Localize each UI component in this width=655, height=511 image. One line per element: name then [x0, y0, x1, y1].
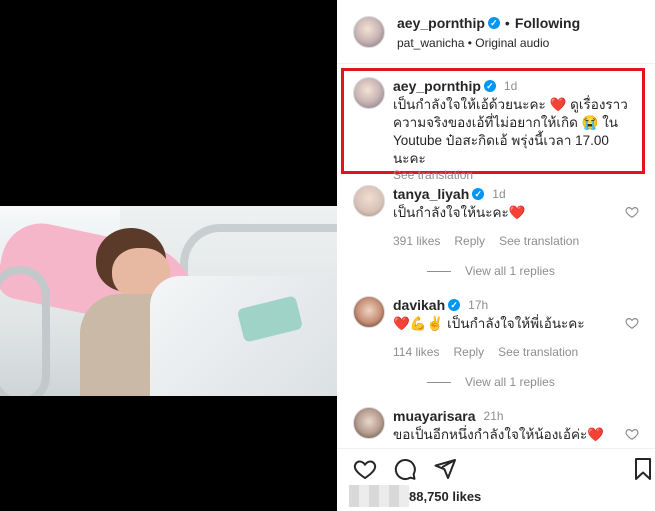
- heart-icon[interactable]: [353, 457, 377, 481]
- verified-badge-icon: ✓: [483, 80, 496, 92]
- verified-badge-icon: ✓: [472, 188, 485, 200]
- author-username[interactable]: aey_pornthip: [397, 15, 485, 31]
- comment-item: davikah ✓ 17h ❤️💪✌️ เป็นกำลังใจให้พี่เอ้…: [393, 297, 623, 359]
- author-avatar[interactable]: [353, 16, 385, 48]
- separator-dot: •: [504, 15, 510, 31]
- following-button[interactable]: Following: [515, 15, 580, 31]
- comment-text: ❤️💪✌️ เป็นกำลังใจให้พี่เอ้นะคะ: [393, 316, 585, 331]
- view-replies[interactable]: View all 1 replies: [427, 375, 555, 389]
- caption-username[interactable]: aey_pornthip: [393, 78, 481, 94]
- comment-item: tanya_liyah ✓ 1d เป็นกำลังใจให้นะคะ❤️ 39…: [393, 186, 623, 248]
- comment-username[interactable]: muayarisara: [393, 408, 476, 424]
- comment-avatar[interactable]: [353, 185, 385, 217]
- comment-time[interactable]: 1d: [492, 187, 505, 201]
- liker-avatars-blurred: [349, 485, 409, 507]
- post-actions: 88,750 likes: [337, 448, 655, 511]
- send-icon[interactable]: [433, 457, 457, 481]
- comment-item: muayarisara 21h ขอเป็นอีกหนึ่งกำลังใจให้…: [393, 408, 633, 444]
- comment-text: เป็นกำลังใจให้นะคะ❤️: [393, 205, 526, 220]
- comment-avatar[interactable]: [353, 407, 385, 439]
- comment-likes[interactable]: 114 likes: [393, 345, 439, 359]
- replies-line: [427, 270, 451, 272]
- post-media[interactable]: [0, 0, 337, 511]
- replies-line: [427, 381, 451, 383]
- video-bed-rail-left: [0, 266, 50, 396]
- comments-panel: aey_pornthip ✓ • Following pat_wanicha •…: [337, 0, 655, 511]
- likes-count[interactable]: 88,750 likes: [409, 489, 481, 504]
- caption-text: เป็นกำลังใจให้เอ้ด้วยนะคะ ❤️ ดูเรื่องราว…: [393, 97, 628, 166]
- heart-icon[interactable]: [625, 427, 639, 441]
- comment-icon[interactable]: [393, 457, 417, 481]
- verified-badge-icon: ✓: [448, 299, 461, 311]
- video-frame[interactable]: [0, 206, 337, 396]
- comment-actions: 391 likes Reply See translation: [393, 234, 623, 248]
- caption: aey_pornthip ✓ 1d เป็นกำลังใจให้เอ้ด้วยน…: [393, 78, 643, 182]
- heart-icon[interactable]: [625, 205, 639, 219]
- view-replies[interactable]: View all 1 replies: [427, 264, 555, 278]
- reply-button[interactable]: Reply: [453, 345, 484, 359]
- reply-button[interactable]: Reply: [454, 234, 485, 248]
- comment-likes[interactable]: 391 likes: [393, 234, 440, 248]
- comment-time[interactable]: 17h: [468, 298, 488, 312]
- heart-icon[interactable]: [625, 316, 639, 330]
- likes-row: 88,750 likes: [349, 485, 481, 507]
- caption-time[interactable]: 1d: [504, 79, 517, 93]
- verified-badge-icon: ✓: [487, 17, 500, 29]
- header-user-row: aey_pornthip ✓ • Following: [397, 15, 580, 31]
- comment-time[interactable]: 21h: [484, 409, 504, 423]
- view-replies-label[interactable]: View all 1 replies: [465, 264, 555, 278]
- comment-username[interactable]: tanya_liyah: [393, 186, 469, 202]
- see-translation-button[interactable]: See translation: [498, 345, 578, 359]
- bookmark-icon[interactable]: [633, 457, 653, 481]
- video-bed-rail: [180, 224, 337, 284]
- comment-text: ขอเป็นอีกหนึ่งกำลังใจให้น้องเอ้ค่ะ❤️: [393, 427, 605, 442]
- caption-see-translation[interactable]: See translation: [393, 168, 643, 182]
- see-translation-button[interactable]: See translation: [499, 234, 579, 248]
- audio-line[interactable]: pat_wanicha • Original audio: [397, 36, 549, 50]
- post-header: aey_pornthip ✓ • Following pat_wanicha •…: [337, 0, 655, 64]
- view-replies-label[interactable]: View all 1 replies: [465, 375, 555, 389]
- comment-avatar[interactable]: [353, 296, 385, 328]
- caption-avatar[interactable]: [353, 77, 385, 109]
- comment-actions: 114 likes Reply See translation: [393, 345, 623, 359]
- comment-username[interactable]: davikah: [393, 297, 445, 313]
